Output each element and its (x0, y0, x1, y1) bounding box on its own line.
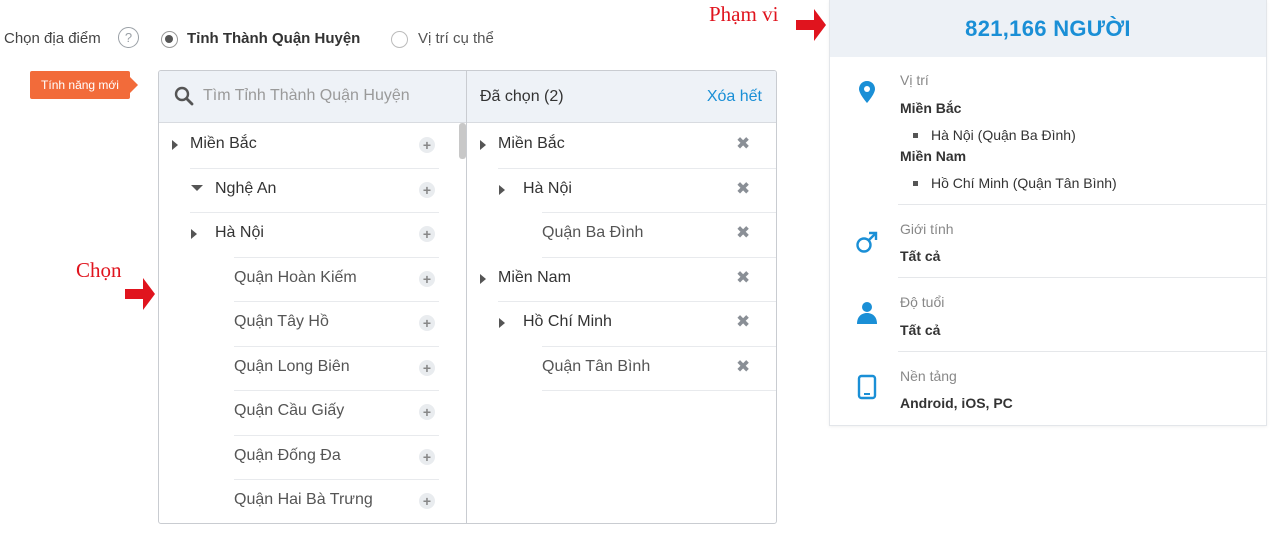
row-label: Quận Hai Bà Trưng (234, 491, 373, 508)
age-value: Tất cả (900, 322, 941, 338)
remove-icon[interactable]: ✖ (736, 179, 750, 199)
row-label: Miền Bắc (498, 135, 565, 152)
person-icon (857, 302, 877, 324)
add-icon[interactable]: + (419, 315, 435, 331)
row-label: Quận Tây Hồ (234, 313, 329, 330)
reach-count: 821,166 NGƯỜI (965, 15, 1131, 41)
selected-row[interactable]: Quận Ba Đình ✖ (467, 212, 775, 256)
radio-specific-location-label[interactable]: Vị trí cụ thể (418, 30, 494, 47)
row-label: Hồ Chí Minh (523, 313, 612, 330)
add-icon[interactable]: + (419, 270, 435, 287)
row-label: Quận Đống Đa (234, 446, 341, 464)
caret-right-icon[interactable] (191, 229, 197, 239)
add-icon[interactable]: + (419, 404, 435, 420)
selected-count-title: Đã chọn (2) (480, 88, 564, 105)
remove-icon[interactable]: ✖ (736, 357, 750, 377)
caret-right-icon[interactable] (499, 184, 505, 195)
search-input[interactable] (203, 87, 453, 105)
location-selector-panel: Đã chọn (2) Xóa hết Miền Bắc+Nghệ An+Hà … (158, 70, 777, 524)
row-label: Hà Nội (215, 224, 264, 241)
tree-row[interactable]: Quận Hai Bà Trưng + (159, 479, 459, 523)
section-divider (898, 204, 1266, 205)
selected-row[interactable]: Miền Bắc ✖ (467, 123, 775, 167)
location-pin-icon (859, 81, 875, 103)
reach-header: 821,166 NGƯỜI (830, 0, 1266, 57)
section-divider (898, 277, 1266, 278)
region-south-item: Hồ Chí Minh (Quận Tân Bình) (913, 175, 1117, 191)
section-divider (898, 351, 1266, 352)
region-north-item: Hà Nội (Quận Ba Đình) (913, 127, 1076, 143)
caret-right-icon[interactable] (172, 140, 178, 150)
tree-row[interactable]: Miền Bắc + (159, 123, 459, 167)
red-arrow-icon (796, 9, 826, 41)
add-icon[interactable]: + (419, 137, 435, 153)
remove-icon[interactable]: ✖ (736, 268, 750, 288)
tree-row[interactable]: Quận Đống Đa + (159, 435, 459, 479)
male-gender-icon (856, 231, 878, 253)
row-label: Quận Tân Bình (542, 357, 651, 375)
radio-province-district[interactable] (161, 31, 178, 48)
selected-row[interactable]: Miền Nam ✖ (467, 257, 775, 301)
caret-right-icon[interactable] (499, 318, 505, 328)
tree-row[interactable]: Quận Hoàn Kiếm + (159, 257, 459, 301)
selector-header: Đã chọn (2) Xóa hết (159, 71, 776, 123)
help-icon[interactable]: ? (118, 27, 139, 48)
search-icon (174, 86, 194, 106)
gender-value: Tất cả (900, 248, 941, 264)
row-label: Miền Bắc (190, 135, 257, 152)
tree-row[interactable]: Quận Long Biên + (159, 346, 459, 390)
caret-right-icon[interactable] (480, 140, 486, 150)
caret-down-icon[interactable] (191, 184, 203, 191)
new-feature-badge: Tính năng mới (30, 71, 138, 99)
selected-row[interactable]: Hồ Chí Minh ✖ (467, 301, 775, 345)
gender-label: Giới tính (900, 221, 954, 237)
add-icon[interactable]: + (419, 226, 435, 242)
row-divider (542, 390, 776, 391)
row-label: Miền Nam (498, 268, 571, 286)
tablet-icon (857, 374, 877, 400)
location-section-label: Vị trí (900, 72, 929, 88)
tree-scrollbar[interactable] (459, 123, 466, 159)
add-icon[interactable]: + (419, 493, 435, 509)
red-arrow-icon (125, 278, 155, 310)
radio-specific-location[interactable] (391, 31, 408, 48)
row-label: Quận Ba Đình (542, 224, 644, 241)
audience-summary-card: 821,166 NGƯỜI Vị trí Miền Bắc Hà Nội (Qu… (829, 0, 1267, 426)
remove-icon[interactable]: ✖ (736, 312, 750, 332)
selected-row[interactable]: Hà Nội ✖ (467, 168, 775, 212)
remove-icon[interactable]: ✖ (736, 223, 750, 243)
tree-row[interactable]: Quận Cầu Giấy + (159, 390, 459, 434)
row-label: Hà Nội (523, 179, 572, 197)
age-label: Độ tuổi (900, 294, 945, 310)
tree-row[interactable]: Nghệ An + (159, 168, 459, 212)
row-label: Quận Cầu Giấy (234, 402, 345, 419)
platform-value: Android, iOS, PC (900, 395, 1013, 411)
caret-right-icon[interactable] (480, 273, 486, 284)
annotation-scope: Phạm vi (709, 2, 779, 26)
selected-row[interactable]: Quận Tân Bình ✖ (467, 346, 775, 390)
platform-label: Nền tảng (900, 368, 957, 384)
remove-icon[interactable]: ✖ (736, 134, 750, 154)
add-icon[interactable]: + (419, 448, 435, 465)
tree-row[interactable]: Quận Tây Hồ + (159, 301, 459, 345)
region-north: Miền Bắc (900, 100, 962, 116)
add-icon[interactable]: + (419, 181, 435, 198)
annotation-choose: Chọn (76, 258, 122, 282)
row-label: Quận Long Biên (234, 357, 350, 375)
region-south: Miền Nam (900, 148, 967, 164)
clear-all-button[interactable]: Xóa hết (707, 88, 762, 106)
row-label: Quận Hoàn Kiếm (234, 268, 357, 286)
tree-row[interactable]: Hà Nội + (159, 212, 459, 256)
radio-province-district-label[interactable]: Tỉnh Thành Quận Huyện (187, 30, 360, 47)
row-label: Nghệ An (215, 179, 277, 197)
selected-locations-list: Miền Bắc ✖ Hà Nội ✖ Quận Ba Đình ✖ Miền Nam ✖ Hồ… (467, 123, 776, 523)
location-tree-list: Miền Bắc + Nghệ An + Hà Nội + Quận Hoàn Kiếm + Q… (159, 123, 466, 523)
add-icon[interactable]: + (419, 359, 435, 376)
location-label: Chọn địa điểm (4, 30, 101, 47)
